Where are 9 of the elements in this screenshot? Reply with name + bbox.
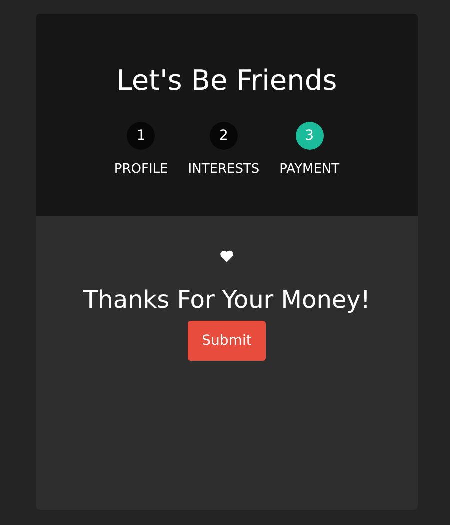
step-label: PROFILE: [114, 162, 168, 177]
submit-button[interactable]: Submit: [188, 321, 266, 361]
heart-icon: [220, 250, 234, 263]
step-number[interactable]: 2: [210, 122, 238, 150]
form-title: Let's Be Friends: [116, 63, 338, 99]
thank-you-message: Thanks For Your Money!: [83, 285, 370, 316]
step-label: INTERESTS: [188, 162, 260, 177]
step-number[interactable]: 1: [127, 122, 156, 150]
step-label: PAYMENT: [280, 162, 340, 177]
